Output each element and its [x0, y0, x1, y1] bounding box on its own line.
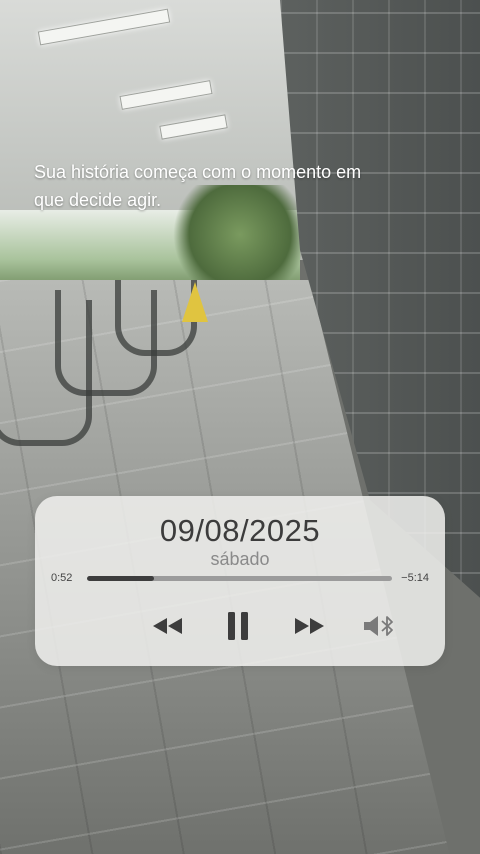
weekday-subtitle: sábado — [210, 549, 270, 569]
elapsed-time: 0:52 — [51, 572, 73, 584]
date-title: 09/08/2025 — [159, 513, 321, 548]
music-player-widget: 09/08/2025 sábado 0:52 −5:14 — [35, 496, 445, 666]
fast-forward-icon — [295, 618, 324, 634]
rewind-icon — [153, 618, 182, 634]
progress-fill — [87, 576, 155, 581]
background-photo — [0, 0, 480, 854]
caption-line-1: Sua história começa com o momento em — [34, 162, 362, 182]
bluetooth-speaker-icon — [364, 616, 393, 636]
pause-icon — [228, 612, 248, 640]
bluetooth-speaker-button[interactable] — [359, 608, 399, 644]
caption-line-2: que decide agir. — [34, 190, 162, 210]
fast-forward-button[interactable] — [289, 608, 329, 644]
remaining-time: −5:14 — [401, 572, 429, 584]
progress-bar[interactable] — [87, 576, 392, 581]
caption: Sua história começa com o momento em que… — [34, 158, 434, 214]
rewind-button[interactable] — [148, 608, 188, 644]
pause-button[interactable] — [218, 608, 258, 644]
